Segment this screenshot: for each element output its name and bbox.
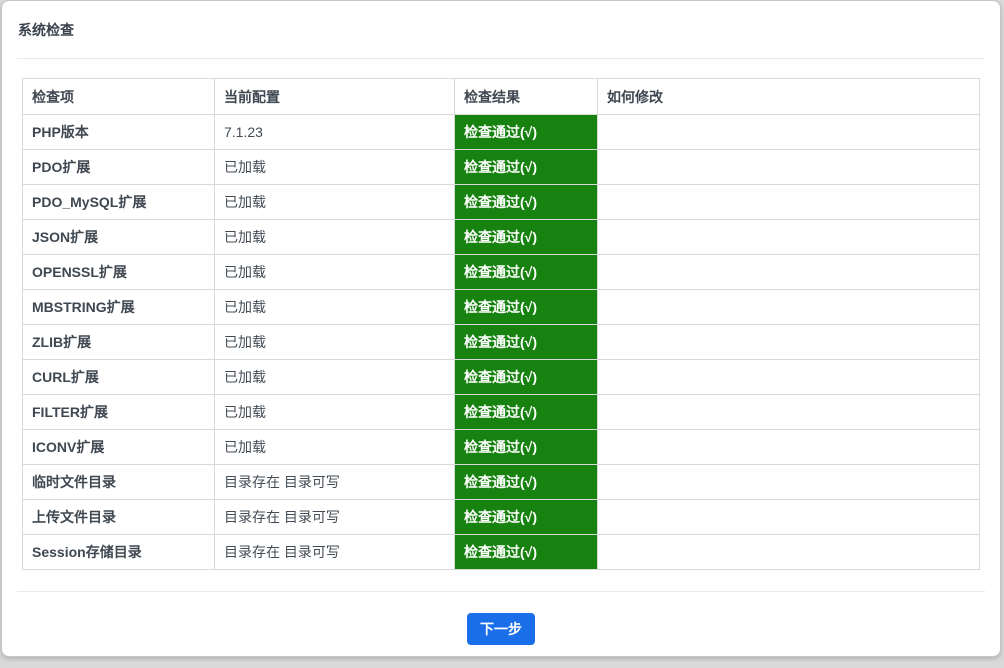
check-item-cell: Session存储目录 [22, 534, 215, 570]
table-row: PDO_MySQL扩展 已加载 检查通过(√) [22, 184, 980, 220]
pass-badge: 检查通过(√) [455, 185, 597, 219]
pass-badge: 检查通过(√) [455, 535, 597, 569]
how-to-fix-cell [597, 359, 980, 395]
check-item-cell: CURL扩展 [22, 359, 215, 395]
check-result-cell: 检查通过(√) [454, 114, 598, 150]
current-config-cell: 已加载 [214, 359, 455, 395]
current-config-cell: 已加载 [214, 184, 455, 220]
page-title: 系统检查 [18, 22, 74, 38]
pass-badge: 检查通过(√) [455, 360, 597, 394]
next-step-button[interactable]: 下一步 [467, 613, 535, 645]
check-item-cell: ZLIB扩展 [22, 324, 215, 360]
check-result-cell: 检查通过(√) [454, 324, 598, 360]
table-row: ICONV扩展 已加载 检查通过(√) [22, 429, 980, 465]
how-to-fix-cell [597, 394, 980, 430]
table-row: 上传文件目录 目录存在 目录可写 检查通过(√) [22, 499, 980, 535]
footer-divider [17, 591, 985, 592]
how-to-fix-cell [597, 149, 980, 185]
table-row: FILTER扩展 已加载 检查通过(√) [22, 394, 980, 430]
check-item-cell: FILTER扩展 [22, 394, 215, 430]
pass-badge: 检查通过(√) [455, 325, 597, 359]
pass-badge: 检查通过(√) [455, 115, 597, 149]
check-item-cell: 上传文件目录 [22, 499, 215, 535]
pass-badge: 检查通过(√) [455, 290, 597, 324]
current-config-cell: 已加载 [214, 324, 455, 360]
check-item-cell: ICONV扩展 [22, 429, 215, 465]
header-check-result: 检查结果 [454, 78, 598, 115]
pass-badge: 检查通过(√) [455, 255, 597, 289]
pass-badge: 检查通过(√) [455, 430, 597, 464]
current-config-cell: 7.1.23 [214, 114, 455, 150]
pass-badge: 检查通过(√) [455, 500, 597, 534]
current-config-cell: 已加载 [214, 394, 455, 430]
header-check-item: 检查项 [22, 78, 215, 115]
table-header-row: 检查项 当前配置 检查结果 如何修改 [22, 78, 980, 115]
table-row: 临时文件目录 目录存在 目录可写 检查通过(√) [22, 464, 980, 500]
pass-badge: 检查通过(√) [455, 220, 597, 254]
header-how-to-fix: 如何修改 [597, 78, 980, 115]
table-row: PHP版本 7.1.23 检查通过(√) [22, 114, 980, 150]
check-item-cell: PDO扩展 [22, 149, 215, 185]
how-to-fix-cell [597, 464, 980, 500]
how-to-fix-cell [597, 289, 980, 325]
pass-badge: 检查通过(√) [455, 395, 597, 429]
current-config-cell: 已加载 [214, 289, 455, 325]
check-item-cell: JSON扩展 [22, 219, 215, 255]
install-window: 系统检查 检查项 当前配置 检查结果 如何修改 PHP版本 7.1.23 检查通… [1, 0, 1001, 657]
check-result-cell: 检查通过(√) [454, 289, 598, 325]
current-config-cell: 已加载 [214, 254, 455, 290]
table-row: OPENSSL扩展 已加载 检查通过(√) [22, 254, 980, 290]
check-item-cell: PHP版本 [22, 114, 215, 150]
how-to-fix-cell [597, 114, 980, 150]
check-item-cell: PDO_MySQL扩展 [22, 184, 215, 220]
check-result-cell: 检查通过(√) [454, 464, 598, 500]
how-to-fix-cell [597, 324, 980, 360]
how-to-fix-cell [597, 534, 980, 570]
check-result-cell: 检查通过(√) [454, 359, 598, 395]
how-to-fix-cell [597, 254, 980, 290]
check-result-cell: 检查通过(√) [454, 499, 598, 535]
check-result-cell: 检查通过(√) [454, 219, 598, 255]
current-config-cell: 目录存在 目录可写 [214, 464, 455, 500]
check-result-cell: 检查通过(√) [454, 149, 598, 185]
current-config-cell: 目录存在 目录可写 [214, 499, 455, 535]
table-row: MBSTRING扩展 已加载 检查通过(√) [22, 289, 980, 325]
header-current-config: 当前配置 [214, 78, 455, 115]
check-result-cell: 检查通过(√) [454, 254, 598, 290]
pass-badge: 检查通过(√) [455, 150, 597, 184]
how-to-fix-cell [597, 219, 980, 255]
title-divider [17, 58, 985, 59]
table-row: PDO扩展 已加载 检查通过(√) [22, 149, 980, 185]
current-config-cell: 目录存在 目录可写 [214, 534, 455, 570]
table-row: JSON扩展 已加载 检查通过(√) [22, 219, 980, 255]
content-area: 系统检查 检查项 当前配置 检查结果 如何修改 PHP版本 7.1.23 检查通… [2, 23, 1000, 645]
system-check-table: 检查项 当前配置 检查结果 如何修改 PHP版本 7.1.23 检查通过(√) … [22, 78, 980, 570]
footer-actions: 下一步 [17, 613, 985, 645]
check-result-cell: 检查通过(√) [454, 184, 598, 220]
check-item-cell: 临时文件目录 [22, 464, 215, 500]
pass-badge: 检查通过(√) [455, 465, 597, 499]
table-row: ZLIB扩展 已加载 检查通过(√) [22, 324, 980, 360]
table-row: CURL扩展 已加载 检查通过(√) [22, 359, 980, 395]
how-to-fix-cell [597, 184, 980, 220]
current-config-cell: 已加载 [214, 219, 455, 255]
current-config-cell: 已加载 [214, 429, 455, 465]
table-row: Session存储目录 目录存在 目录可写 检查通过(√) [22, 534, 980, 570]
check-result-cell: 检查通过(√) [454, 429, 598, 465]
check-item-cell: MBSTRING扩展 [22, 289, 215, 325]
check-item-cell: OPENSSL扩展 [22, 254, 215, 290]
how-to-fix-cell [597, 429, 980, 465]
check-result-cell: 检查通过(√) [454, 394, 598, 430]
how-to-fix-cell [597, 499, 980, 535]
current-config-cell: 已加载 [214, 149, 455, 185]
check-result-cell: 检查通过(√) [454, 534, 598, 570]
